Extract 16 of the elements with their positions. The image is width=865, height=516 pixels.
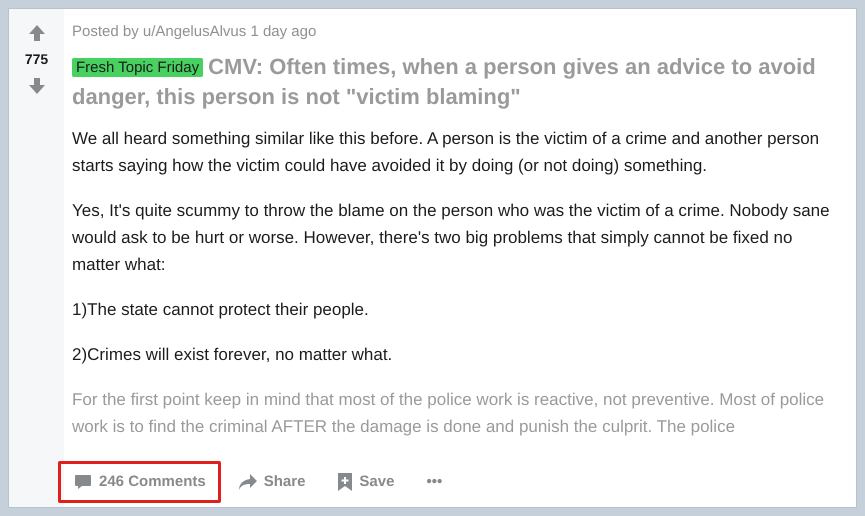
bookmark-plus-icon bbox=[337, 472, 354, 492]
save-button[interactable]: Save bbox=[322, 461, 410, 503]
more-options-button[interactable]: ••• bbox=[411, 461, 458, 503]
post-title: Fresh Topic Friday CMV: Often times, when a person gives an advice to avoid danger, this person is not "victim blaming" bbox=[72, 52, 817, 110]
share-button[interactable]: Share bbox=[222, 461, 320, 503]
flair-tag: Fresh Topic Friday bbox=[72, 58, 204, 76]
speech-bubble-icon bbox=[73, 472, 93, 492]
vote-score: 775 bbox=[24, 50, 48, 69]
body-paragraph: 2)Crimes will exist forever, no matter what. bbox=[72, 344, 394, 366]
body-paragraph: Yes, It's quite scummy to throw the blame on the person who was the victim of a crime. Nobody sane would ask to be hurt or worse. However, there's two big problems that simply cannot be fixed no matter what: bbox=[72, 200, 831, 276]
post-meta: Posted by u/AngelusAlvus 1 day ago bbox=[72, 22, 318, 42]
body-paragraph: For the first point keep in mind that most of the police work is reactive, not preventive. Most of police work is to find the criminal AFTER the damage is done and punish the culprit. The police bbox=[72, 388, 826, 438]
body-paragraph: We all heard something similar like this before. A person is the victim of a crime and another person starts saying how the victim could have avoided it by doing (or not doing) something. bbox=[72, 128, 820, 176]
comments-button[interactable]: 246 Comments bbox=[58, 461, 221, 503]
body-paragraph: 1)The state cannot protect their people. bbox=[72, 298, 370, 320]
share-arrow-icon bbox=[238, 473, 258, 491]
